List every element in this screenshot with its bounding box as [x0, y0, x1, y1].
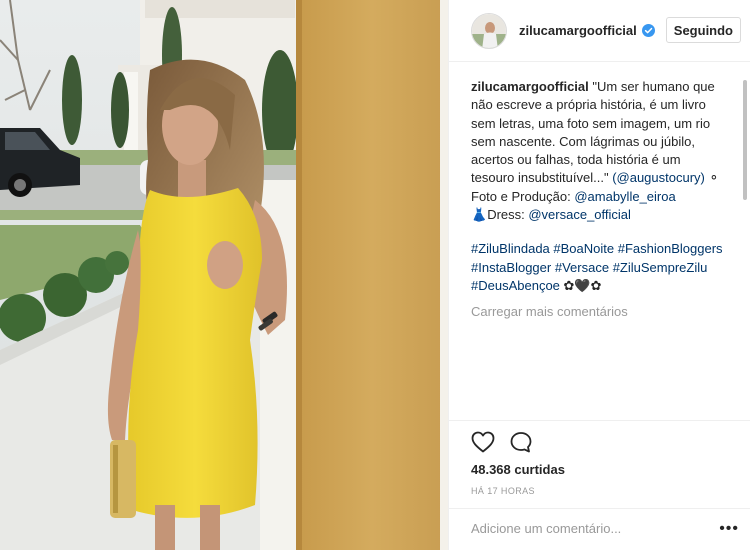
hashtag-link[interactable]: #InstaBlogger — [471, 260, 551, 275]
caption-text-line: tesouro insubstituível..." — [471, 170, 613, 186]
hashtag-link[interactable]: #ZiluSempreZilu — [613, 260, 708, 275]
post-photo[interactable] — [0, 0, 448, 550]
hashtag-link[interactable]: #BoaNoite — [553, 241, 614, 256]
caption-text-line: Dress: — [487, 207, 529, 223]
caption-text-line: sem letras, uma foto sem imagem, um rio — [471, 115, 711, 131]
comment-input[interactable] — [471, 521, 701, 536]
comment-bubble-icon[interactable] — [509, 431, 533, 453]
caption: zilucamargoofficial "Um ser humano que n… — [471, 78, 731, 224]
caption-username[interactable]: zilucamargoofficial — [471, 79, 589, 94]
avatar[interactable] — [471, 12, 507, 49]
mention-versace-official[interactable]: @versace_official — [528, 207, 631, 222]
hashtag-link[interactable]: #FashionBloggers — [618, 241, 723, 256]
action-icons — [471, 431, 533, 453]
hashtag-link[interactable]: #ZiluBlindada — [471, 241, 550, 256]
following-button[interactable]: Seguindo — [665, 17, 741, 43]
header-username[interactable]: zilucamargoofficial — [519, 23, 637, 38]
dress-emoji-icon: 👗 — [471, 207, 488, 223]
post-side-panel: zilucamargoofficial Seguindo zilucamargo… — [448, 0, 750, 550]
mention-amabylle-eiroa[interactable]: @amabylle_eiroa — [574, 189, 675, 204]
caption-text-line: não escreve a própria história, é um liv… — [471, 97, 706, 113]
mention-augustocury[interactable]: (@augustocury) — [612, 170, 705, 185]
verified-badge-icon — [641, 24, 655, 37]
load-more-comments-link[interactable]: Carregar mais comentários — [471, 303, 731, 321]
post-header: zilucamargoofficial Seguindo — [449, 0, 750, 62]
caption-text-line: "Um ser humano que — [592, 79, 715, 94]
caption-trailing-symbol: ⚬ — [704, 170, 720, 186]
post-timestamp[interactable]: HÁ 17 HORAS — [471, 486, 535, 496]
caption-text-line: acertos ou falhas, toda história é um — [471, 152, 681, 168]
post-actions-section: 48.368 curtidas HÁ 17 HORAS ••• — [449, 420, 750, 550]
comments-list: zilucamargoofficial "Um ser humano que n… — [471, 78, 731, 322]
comment-form: ••• — [449, 508, 750, 550]
hashtags: #ZiluBlindada #BoaNoite #FashionBloggers… — [471, 240, 731, 295]
hashtag-link[interactable]: #DeusAbençoe — [471, 278, 560, 293]
photo-illustration — [0, 0, 448, 550]
caption-text-line: sem nascente. Com lágrimas ou júbilo, — [471, 133, 695, 149]
hashtag-link[interactable]: #Versace — [555, 260, 609, 275]
likes-count[interactable]: 48.368 curtidas — [471, 462, 565, 477]
comments-scrollbar[interactable] — [743, 80, 747, 200]
caption-text-line: Foto e Produção: — [471, 188, 575, 204]
heart-icon[interactable] — [471, 431, 495, 453]
more-options-icon[interactable]: ••• — [719, 521, 739, 537]
emoji-decoration: ✿🖤✿ — [559, 277, 602, 293]
